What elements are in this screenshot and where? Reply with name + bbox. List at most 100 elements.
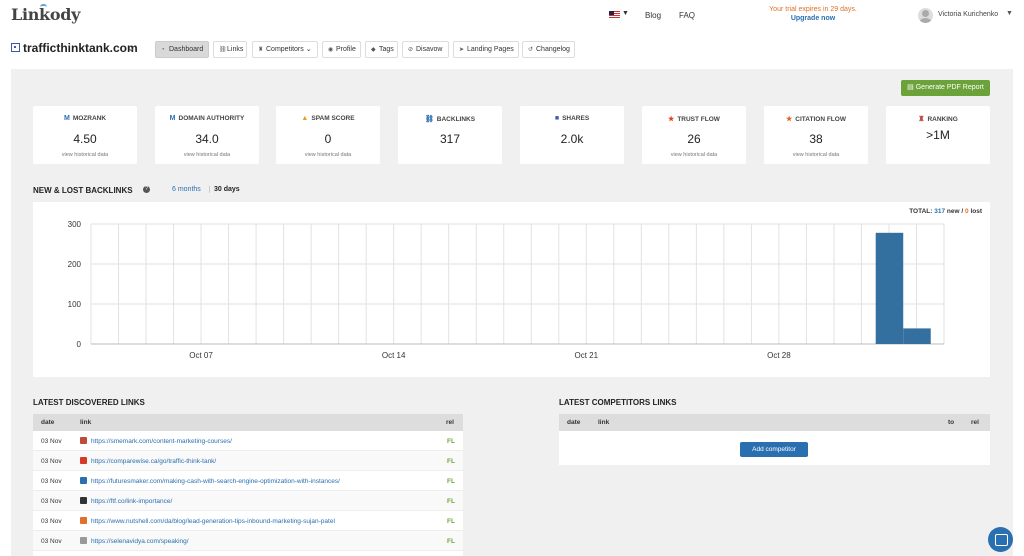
chart-bar <box>875 232 904 344</box>
view-historical-link[interactable]: view historical data <box>276 152 380 158</box>
x-tick-label: Oct 14 <box>382 351 406 360</box>
tab-competitors[interactable]: ♜ Competitors ⌄ <box>252 41 318 58</box>
x-tick-label: Oct 07 <box>189 351 213 360</box>
competitors-chevron-down-icon: ⌄ <box>305 46 312 53</box>
discovered-links-table: date link rel 03 Nov https://smemark.com/… <box>33 414 463 556</box>
main-panel: ▤ Generate PDF Report M MOZRANK 4.50 view… <box>11 69 1013 556</box>
row-rel: FL <box>447 478 455 485</box>
row-date: 03 Nov <box>41 498 62 505</box>
star-icon: ★ <box>786 116 793 123</box>
row-date: 03 Nov <box>41 478 62 485</box>
metric-card-shares: ■ SHARES 2.0k <box>520 106 624 164</box>
favicon-icon <box>80 537 87 544</box>
backlinks-section-title: NEW & LOST BACKLINKS <box>33 186 133 195</box>
domain-icon <box>11 43 20 52</box>
nav-faq-link[interactable]: FAQ <box>679 11 695 20</box>
tab-profile[interactable]: ◉ Profile <box>322 41 361 58</box>
row-link[interactable]: https://futuresmaker.com/making-cash-wit… <box>91 478 340 485</box>
tab-changelog[interactable]: ↺ Changelog <box>522 41 575 58</box>
facebook-icon: ■ <box>554 115 560 122</box>
view-historical-link[interactable]: view historical data <box>764 152 868 158</box>
y-tick-label: 300 <box>68 220 82 229</box>
row-rel: FL <box>447 518 455 525</box>
table-header: date link rel <box>33 414 463 431</box>
history-icon: ↺ <box>528 47 534 53</box>
language-chevron-down-icon[interactable]: ▼ <box>622 10 629 17</box>
profile-icon: ◉ <box>328 47 334 53</box>
row-link[interactable]: https://www.nutshell.com/da/blog/lead-ge… <box>91 518 335 525</box>
metric-card-trust-flow: ★ TRUST FLOW 26 view historical data <box>642 106 746 164</box>
row-rel: FL <box>447 498 455 505</box>
tag-icon: ◆ <box>371 47 376 53</box>
row-date: 03 Nov <box>41 538 62 545</box>
table-row: 03 Nov https://smemark.com/content-market… <box>33 431 463 451</box>
us-flag-icon[interactable] <box>609 11 620 18</box>
metric-value: 0 <box>324 132 332 146</box>
y-tick-label: 0 <box>77 340 82 349</box>
table-header: date link to rel <box>559 414 990 431</box>
row-date: 03 Nov <box>41 458 62 465</box>
send-icon: ➤ <box>459 47 465 53</box>
table-row: 03 Nov https://www.nutshell.com/da/blog/l… <box>33 511 463 531</box>
metric-value: 317 <box>439 132 461 146</box>
block-icon: ⊘ <box>408 47 414 53</box>
metric-card-backlinks: ⛓ BACKLINKS 317 <box>398 106 502 164</box>
tab-dashboard[interactable]: ◔ Dashboard <box>155 41 209 58</box>
metric-value: >1M <box>926 128 950 142</box>
link-icon: ⛓ <box>219 47 227 53</box>
metric-card-ranking: ♜ RANKING >1M <box>886 106 990 164</box>
view-historical-link[interactable]: view historical data <box>642 152 746 158</box>
row-link[interactable]: https://selenavidya.com/speaking/ <box>91 538 189 545</box>
warning-icon: ▲ <box>301 115 309 122</box>
tab-links[interactable]: ⛓Links <box>213 41 247 58</box>
tab-landing-pages[interactable]: ➤ Landing Pages <box>453 41 519 58</box>
metric-card-spam-score: ▲ SPAM SCORE 0 view historical data <box>276 106 380 164</box>
generate-pdf-button[interactable]: ▤ Generate PDF Report <box>901 80 990 96</box>
domain-selector[interactable]: trafficthinktank.com <box>23 41 138 55</box>
row-rel: FL <box>447 538 455 545</box>
range-tab-30-days[interactable]: 30 days <box>209 186 240 193</box>
metric-value: 34.0 <box>195 132 219 146</box>
avatar[interactable] <box>918 8 933 23</box>
backlinks-chart: TOTAL: 317 new / 0 lost 0 100 200 300 Oct 07… <box>33 202 990 377</box>
help-icon[interactable]: ? <box>143 186 150 193</box>
range-tab-6-months[interactable]: 6 months <box>172 186 201 193</box>
metric-card-citation-flow: ★ CITATION FLOW 38 view historical data <box>764 106 868 164</box>
row-rel: FL <box>447 458 455 465</box>
chart-bar <box>903 328 931 344</box>
logo[interactable]: Linkody <box>11 5 80 24</box>
row-link[interactable]: https://smemark.com/content-marketing-co… <box>91 438 232 445</box>
top-bar: Linkody ▼ Blog FAQ Your trial expires in… <box>0 0 1024 30</box>
logo-wifi-icon <box>40 4 47 7</box>
metric-value: 4.50 <box>73 132 97 146</box>
y-tick-label: 200 <box>68 260 82 269</box>
link-icon: ⛓ <box>424 116 434 123</box>
trophy-icon: ♜ <box>258 47 264 53</box>
trial-notice: Your trial expires in 29 days. <box>769 6 857 13</box>
add-competitor-button[interactable]: Add competitor <box>740 442 808 457</box>
row-link[interactable]: https://ftf.co/link-importance/ <box>91 498 172 505</box>
dashboard-icon: ◔ <box>161 47 165 53</box>
row-date: 03 Nov <box>41 518 62 525</box>
user-name[interactable]: Victoria Kurichenko <box>938 11 998 18</box>
nav-blog-link[interactable]: Blog <box>645 11 661 20</box>
chat-icon[interactable] <box>988 527 1013 552</box>
row-rel: FL <box>447 438 455 445</box>
domain-chevron-down-icon[interactable]: ⌄ <box>127 43 135 54</box>
metric-value: 38 <box>809 132 823 146</box>
table-row: 03 Nov https://selenavidya.com/speaking/F… <box>33 531 463 551</box>
metric-value: 26 <box>687 132 701 146</box>
table-row: 03 Nov https://comparewise.ca/go/traffic-… <box>33 451 463 471</box>
favicon-icon <box>80 517 87 524</box>
row-date: 03 Nov <box>41 438 62 445</box>
view-historical-link[interactable]: view historical data <box>33 152 137 158</box>
view-historical-link[interactable]: view historical data <box>155 152 259 158</box>
trophy-icon: ♜ <box>918 116 925 123</box>
x-tick-label: Oct 28 <box>767 351 791 360</box>
moz-icon: M <box>169 115 176 122</box>
user-chevron-down-icon[interactable]: ▼ <box>1006 10 1013 17</box>
tab-tags[interactable]: ◆ Tags <box>365 41 398 58</box>
row-link[interactable]: https://comparewise.ca/go/traffic-think-… <box>91 458 216 465</box>
tab-disavow[interactable]: ⊘ Disavow <box>402 41 449 58</box>
upgrade-link[interactable]: Upgrade now <box>758 15 868 22</box>
